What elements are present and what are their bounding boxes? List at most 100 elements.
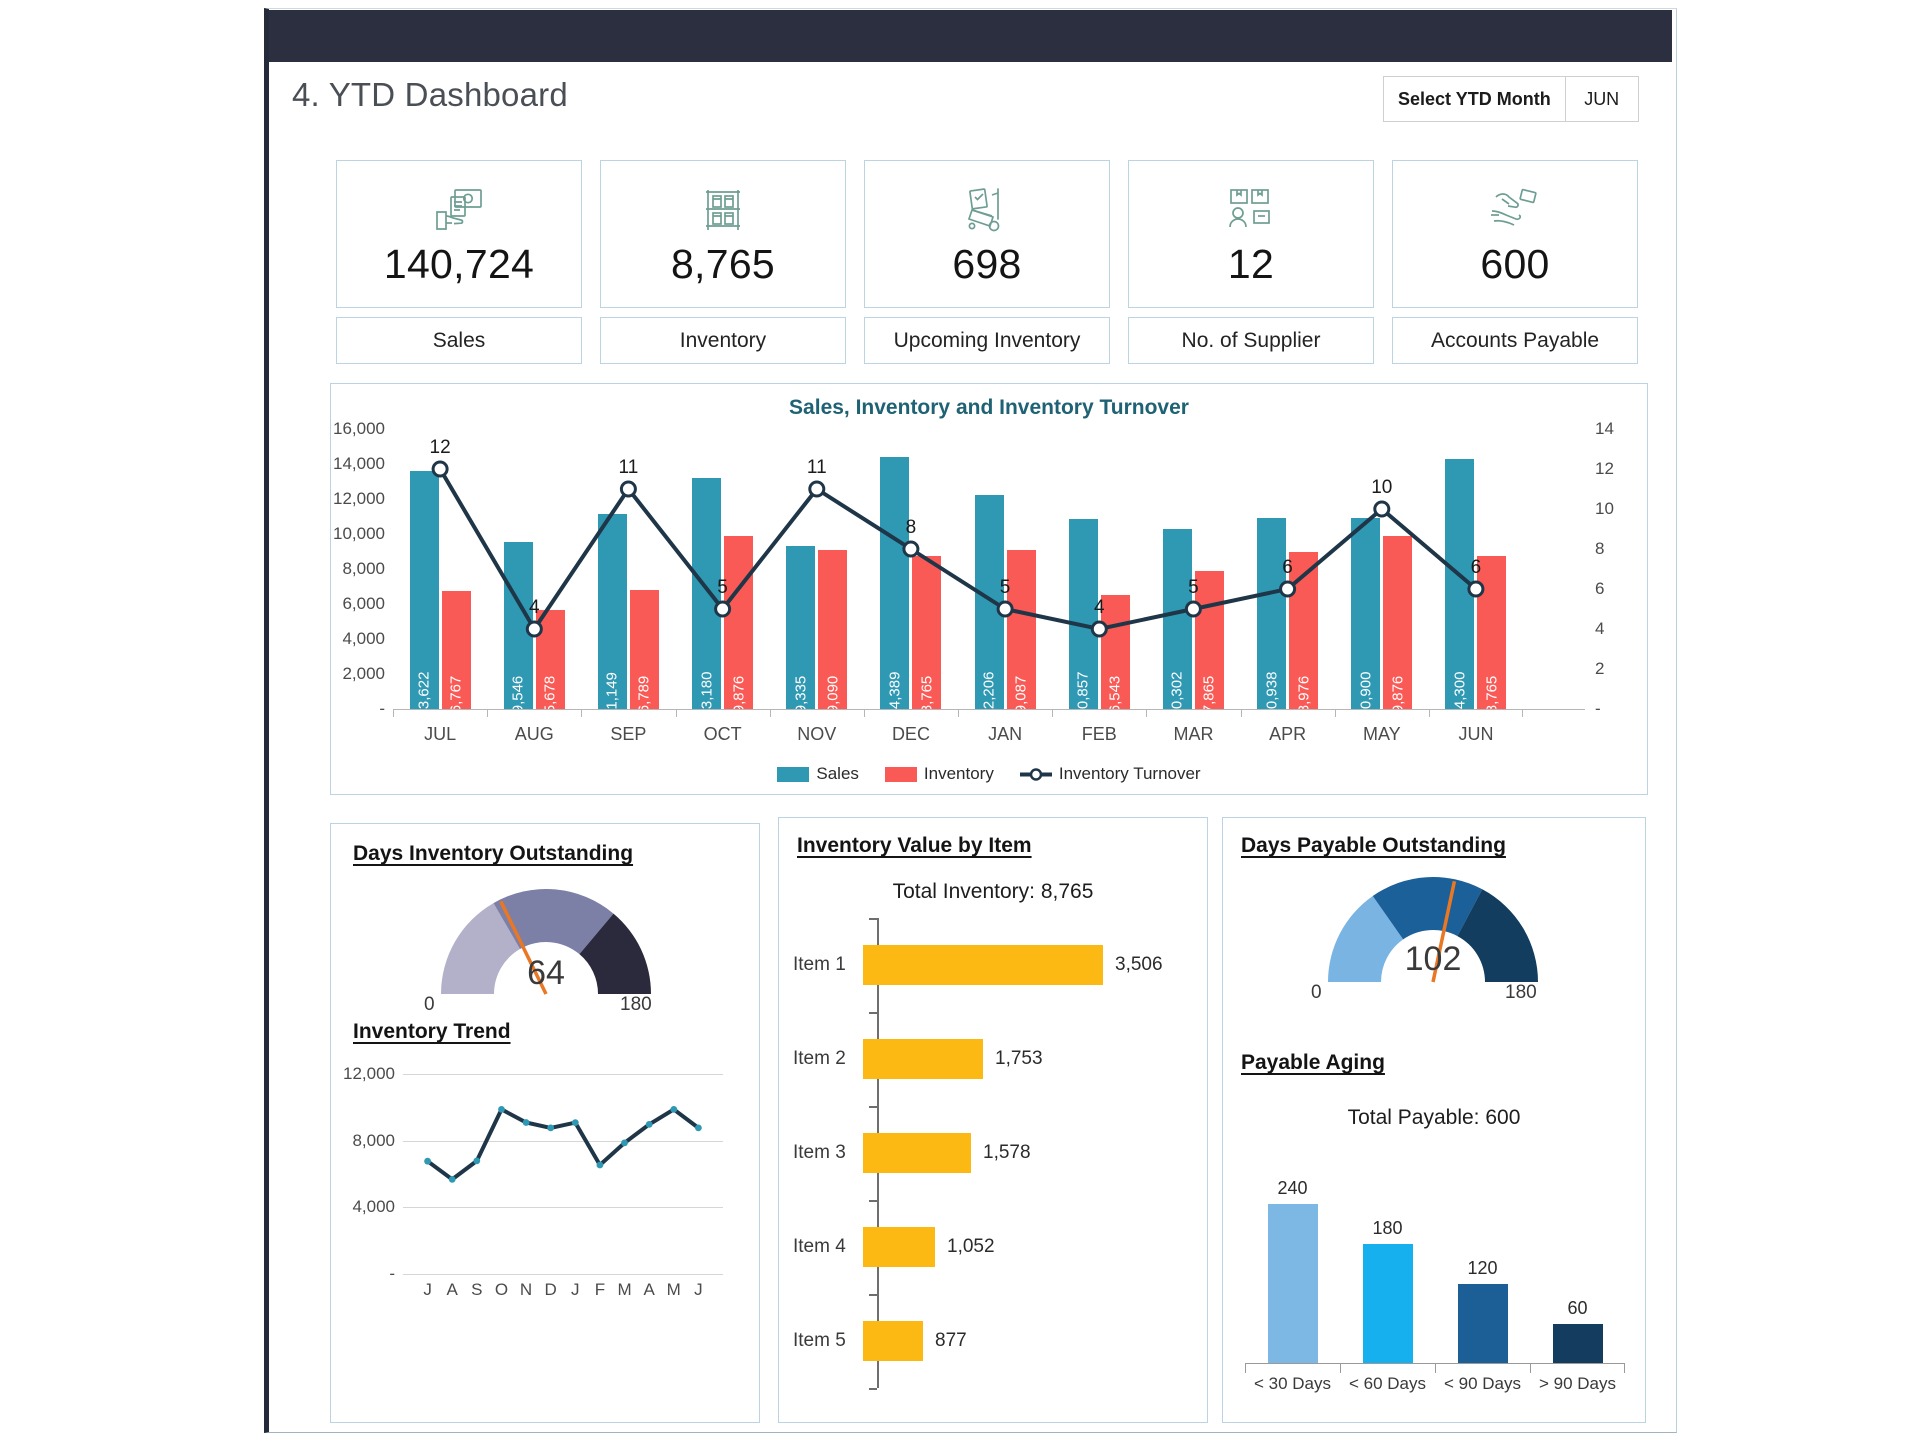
kpi-card-accounts-payable[interactable]: 600 Accounts Payable (1392, 160, 1638, 364)
inventory-bar[interactable]: 7,865 (1194, 571, 1224, 713)
aging-category-label: > 90 Days (1530, 1364, 1625, 1394)
bar-group: 9,335 9,090 (770, 429, 864, 713)
sales-bar[interactable]: 10,900 (1351, 518, 1381, 717)
inventory-bar[interactable]: 5,678 (535, 609, 565, 713)
inventory-bar[interactable]: 9,876 (724, 536, 754, 713)
trend-x-tick: S (471, 1280, 483, 1299)
item-bar[interactable] (863, 1321, 924, 1361)
inventory-value-title: Inventory Value by Item (797, 834, 1032, 857)
kpi-card-upcoming-inventory[interactable]: 698 Upcoming Inventory (864, 160, 1110, 364)
kpi-card-inventory[interactable]: 8,765 Inventory (600, 160, 846, 364)
aging-bar[interactable] (1362, 1244, 1413, 1364)
item-row: Item 1 3,506 (779, 918, 1207, 1012)
total-inventory-label: Total Inventory: 8,765 (892, 880, 1094, 903)
trend-x-tick: O (494, 1280, 509, 1299)
inventory-bar-label: 8,765 (1483, 675, 1501, 714)
aging-column: 240 (1245, 1148, 1340, 1364)
left-axis-tick: 12,000 (333, 489, 385, 508)
bar-series-group: 13,622 6,767 9,546 5,678 11,149 6,789 13,180 9,… (393, 429, 1523, 717)
aging-category-labels: < 30 Days < 60 Days < 90 Days > 90 Days (1245, 1364, 1625, 1394)
inventory-bar[interactable]: 6,543 (1100, 594, 1130, 713)
ytd-month-value[interactable]: JUN (1566, 77, 1638, 121)
category-label: MAR (1146, 710, 1240, 745)
dpo-min-label: 0 (1311, 982, 1322, 1003)
inventory-bar-label: 7,865 (1200, 675, 1218, 714)
sales-bar[interactable]: 9,546 (503, 541, 533, 713)
bar-group: 10,857 6,543 (1052, 429, 1146, 717)
inventory-bar-label: 6,543 (1106, 675, 1124, 714)
item-bar[interactable] (863, 1133, 972, 1173)
category-label: OCT (675, 710, 770, 745)
kpi-card-no-of-supplier[interactable]: 12 No. of Supplier (1128, 160, 1374, 364)
kpi-value-box: 698 (864, 160, 1110, 308)
ytd-month-label: Select YTD Month (1384, 77, 1566, 121)
dpo-title: Days Payable Outstanding (1241, 834, 1506, 857)
sales-bar[interactable]: 10,938 (1257, 517, 1287, 717)
inventory-bar-label: 8,976 (1295, 675, 1313, 714)
sales-bar[interactable]: 11,149 (597, 513, 627, 717)
inventory-bar[interactable]: 6,789 (629, 590, 659, 713)
window-title-bar (269, 10, 1672, 62)
item-value-label: 1,052 (947, 1236, 995, 1257)
trend-y-tick: 12,000 (343, 1064, 395, 1083)
bar-group: 12,206 9,087 (958, 429, 1052, 717)
aging-column: 120 (1435, 1148, 1530, 1364)
item-bar[interactable] (863, 1039, 983, 1079)
sales-bar[interactable]: 14,389 (880, 457, 910, 717)
sales-inventory-turnover-chart: Sales, Inventory and Inventory Turnover … (330, 383, 1648, 795)
item-bar[interactable] (863, 945, 1103, 985)
aging-column: 60 (1530, 1148, 1625, 1364)
bar-group: 11,149 6,789 (581, 429, 675, 717)
item-label: Item 5 (793, 1330, 846, 1351)
chart-legend: Sales Inventory Inventory Turnover (331, 764, 1647, 784)
trend-x-tick: F (594, 1280, 606, 1299)
kpi-label: Upcoming Inventory (864, 317, 1110, 364)
inventory-bar[interactable]: 8,765 (912, 555, 942, 713)
sales-bar[interactable]: 10,302 (1162, 528, 1192, 717)
right-axis-tick: - (1595, 699, 1601, 718)
ytd-month-selector[interactable]: Select YTD Month JUN (1383, 76, 1639, 122)
sales-bar[interactable]: 9,335 (786, 545, 816, 713)
aging-bar[interactable] (1267, 1204, 1318, 1364)
dio-value: 64 (527, 954, 565, 992)
aging-category-label: < 30 Days (1245, 1364, 1340, 1394)
kpi-label: Inventory (600, 317, 846, 364)
left-axis-tick: 6,000 (342, 594, 385, 613)
inventory-bar[interactable]: 6,767 (441, 590, 471, 713)
dpo-gauge: 102 0 180 (1273, 870, 1593, 1020)
inventory-bar[interactable]: 8,765 (1477, 555, 1507, 713)
inventory-bar[interactable]: 9,087 (1006, 549, 1036, 713)
item-axis-tick (869, 918, 877, 920)
inventory-bar[interactable]: 9,876 (1383, 536, 1413, 713)
aging-bar[interactable] (1457, 1284, 1508, 1364)
sales-bar[interactable]: 14,300 (1445, 458, 1475, 717)
item-row: Item 3 1,578 (779, 1106, 1207, 1200)
inventory-bar[interactable]: 8,976 (1289, 551, 1319, 713)
aging-value-label: 60 (1567, 1298, 1588, 1318)
sales-bar[interactable]: 10,857 (1068, 519, 1098, 717)
legend-item[interactable]: Inventory Turnover (1019, 764, 1201, 784)
aging-bar[interactable] (1552, 1324, 1603, 1364)
inventory-bar-label: 8,765 (918, 675, 936, 714)
kpi-label: Sales (336, 317, 582, 364)
inventory-bar[interactable]: 9,090 (818, 549, 848, 713)
item-value-label: 1,578 (983, 1142, 1031, 1163)
dio-min-label: 0 (424, 994, 435, 1015)
kpi-value: 140,724 (383, 240, 535, 287)
category-label: FEB (1052, 710, 1146, 745)
days-inventory-outstanding-panel: Days Inventory Outstanding 64 0 180 Inve… (330, 823, 760, 1423)
sales-bar[interactable]: 13,622 (409, 470, 439, 717)
category-label: APR (1240, 710, 1335, 745)
left-axis-tick: 10,000 (333, 524, 385, 543)
sales-bar[interactable]: 12,206 (974, 495, 1004, 717)
sales-bar[interactable]: 13,180 (692, 478, 722, 717)
item-bar[interactable] (863, 1227, 935, 1267)
trend-x-tick: M (617, 1280, 632, 1299)
kpi-value-box: 8,765 (600, 160, 846, 308)
kpi-card-sales[interactable]: 140,724 Sales (336, 160, 582, 364)
left-axis-tick: 2,000 (342, 664, 385, 683)
legend-item[interactable]: Inventory (884, 764, 994, 784)
legend-item[interactable]: Sales (777, 764, 859, 784)
right-value-axis: 14 12 10 8 6 4 2 - (1585, 419, 1637, 718)
kpi-value-box: 600 (1392, 160, 1638, 308)
